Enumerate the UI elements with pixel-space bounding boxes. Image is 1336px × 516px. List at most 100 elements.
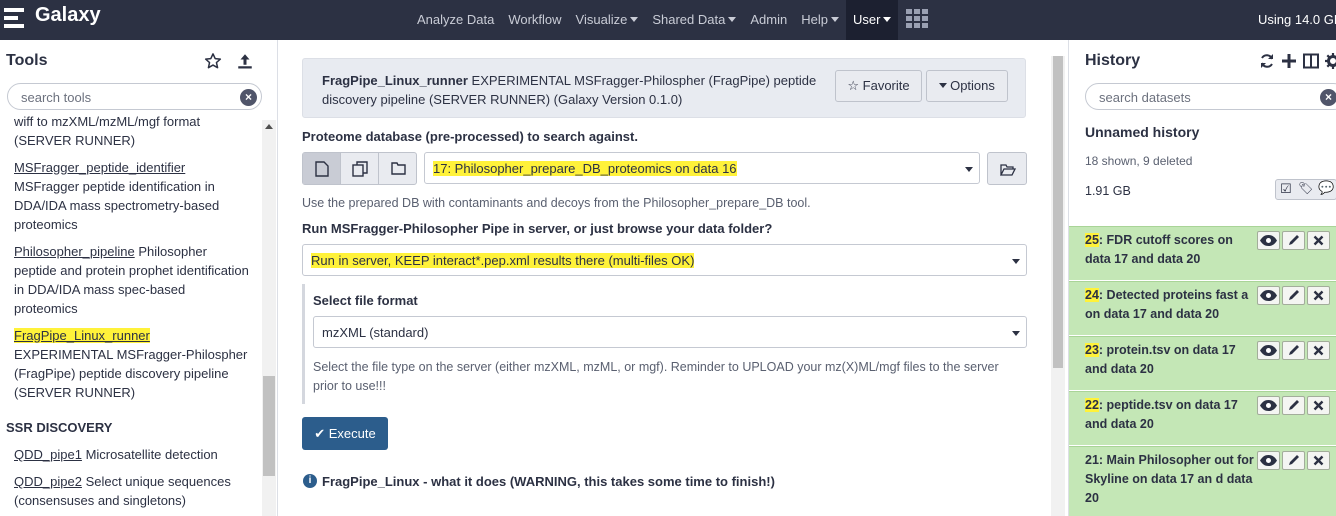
check-icon: ✔ [314, 426, 326, 441]
tool-link[interactable]: QDD_pipe2 [14, 474, 82, 489]
browse-folder-button[interactable] [987, 152, 1027, 185]
info-icon: i [303, 474, 317, 488]
options-button[interactable]: Options [926, 70, 1008, 102]
history-options-group: ☑ 🏷 💬 [1275, 179, 1336, 200]
nav-workflow[interactable]: Workflow [501, 0, 568, 40]
delete-icon[interactable] [1307, 396, 1330, 415]
files-icon [352, 161, 368, 177]
dataset-item[interactable]: 24: Detected proteins fast a on data 17 … [1069, 281, 1336, 335]
folder-icon [391, 162, 406, 175]
nav-menu: Analyze Data Workflow Visualize Shared D… [410, 0, 899, 40]
delete-icon[interactable] [1307, 231, 1330, 250]
quota-usage[interactable]: Using 14.0 GB [1258, 0, 1336, 40]
pencil-icon[interactable] [1282, 341, 1305, 360]
dataset-title[interactable]: 24: Detected proteins fast a on data 17 … [1085, 286, 1257, 324]
tool-item-qdd1[interactable]: QDD_pipe1 Microsatellite detection [14, 445, 250, 464]
favorite-button[interactable]: ☆ Favorite [835, 70, 922, 102]
db-select[interactable]: 17: Philosopher_prepare_DB_proteomics on… [424, 152, 980, 184]
delete-icon[interactable] [1307, 286, 1330, 305]
dataset-hid: 22 [1085, 398, 1099, 412]
scrollbar-thumb[interactable] [263, 376, 275, 476]
file-format-select[interactable]: mzXML (standard) [313, 316, 1027, 348]
tags-icon[interactable]: 🏷 [1298, 181, 1313, 195]
tool-link[interactable]: QDD_pipe1 [14, 447, 82, 462]
eye-icon[interactable] [1257, 451, 1280, 470]
tool-item-msfragger[interactable]: MSFragger_peptide_identifier MSFragger p… [14, 158, 250, 234]
scroll-up-icon[interactable] [265, 124, 273, 129]
clear-search-icon[interactable]: × [240, 89, 257, 106]
dataset-title[interactable]: 22: peptide.tsv on data 17 and data 20 [1085, 396, 1257, 434]
dataset-item[interactable]: 23: protein.tsv on data 17 and data 20 [1069, 336, 1336, 390]
scrollbar-thumb[interactable] [1053, 56, 1063, 368]
tool-list-scrollbar[interactable] [262, 120, 276, 516]
dataset-actions [1257, 396, 1336, 415]
pencil-icon[interactable] [1282, 286, 1305, 305]
dataset-title[interactable]: 25: FDR cutoff scores on data 17 and dat… [1085, 231, 1257, 269]
dataset-hid: 23 [1085, 343, 1099, 357]
history-panel-title: History [1085, 52, 1141, 69]
nav-visualize[interactable]: Visualize [569, 0, 646, 40]
star-icon[interactable] [204, 52, 222, 70]
pencil-icon[interactable] [1282, 231, 1305, 250]
refresh-icon[interactable] [1259, 53, 1275, 69]
comment-icon[interactable]: 💬 [1318, 180, 1334, 196]
dataset-title[interactable]: 23: protein.tsv on data 17 and data 20 [1085, 341, 1257, 379]
tool-form-scrollbar[interactable] [1051, 56, 1065, 516]
folder-open-icon [1000, 164, 1016, 176]
execute-button[interactable]: ✔ Execute [302, 417, 388, 450]
gear-icon[interactable] [1325, 53, 1336, 69]
tool-link[interactable]: Philosopher_pipeline [14, 244, 135, 259]
delete-icon[interactable] [1307, 341, 1330, 360]
nav-help[interactable]: Help [794, 0, 846, 40]
dataset-item[interactable]: 21: Main Philosopher out for Skyline on … [1069, 446, 1336, 516]
tool-section-ssr-discovery[interactable]: SSR DISCOVERY [6, 420, 112, 435]
dataset-title[interactable]: 21: Main Philosopher out for Skyline on … [1085, 451, 1257, 508]
galaxy-logo-icon [4, 8, 26, 30]
single-dataset-button[interactable] [303, 153, 341, 184]
dataset-actions [1257, 451, 1336, 470]
dataset-hid: 21 [1085, 453, 1099, 467]
clear-search-icon[interactable]: × [1320, 89, 1336, 106]
tool-item-philosopher[interactable]: Philosopher_pipeline Philosopher peptide… [14, 242, 250, 318]
grid-icon[interactable] [906, 9, 930, 29]
tool-item-fragpipe[interactable]: FragPipe_Linux_runner EXPERIMENTAL MSFra… [14, 326, 250, 402]
pencil-icon[interactable] [1282, 451, 1305, 470]
dataset-item[interactable]: 22: peptide.tsv on data 17 and data 20 [1069, 391, 1336, 445]
collection-button[interactable] [379, 153, 417, 184]
check-square-icon[interactable]: ☑ [1280, 181, 1292, 197]
nav-admin[interactable]: Admin [743, 0, 794, 40]
file-icon [315, 161, 329, 177]
tool-list: wiff to mzXML/mzML/mgf format (SERVER RU… [0, 112, 262, 516]
tool-link[interactable]: FragPipe_Linux_runner [14, 328, 150, 343]
tool-name: FragPipe_Linux_runner [322, 73, 468, 88]
history-name[interactable]: Unnamed history [1085, 124, 1199, 140]
delete-icon[interactable] [1307, 451, 1330, 470]
history-panel: History search datasets × Unnamed histor… [1068, 40, 1336, 516]
tool-link[interactable]: MSFragger_peptide_identifier [14, 160, 185, 175]
eye-icon[interactable] [1257, 396, 1280, 415]
eye-icon[interactable] [1257, 231, 1280, 250]
dataset-item[interactable]: 25: FDR cutoff scores on data 17 and dat… [1069, 226, 1336, 280]
eye-icon[interactable] [1257, 341, 1280, 360]
db-field-label: Proteome database (pre-processed) to sea… [302, 129, 638, 144]
nav-analyze-data[interactable]: Analyze Data [410, 0, 501, 40]
run-mode-select[interactable]: Run in server, KEEP interact*.pep.xml re… [302, 244, 1027, 276]
file-format-label: Select file format [313, 293, 418, 308]
columns-icon[interactable] [1303, 53, 1319, 69]
nav-user[interactable]: User [845, 0, 899, 40]
file-format-help: Select the file type on the server (eith… [313, 360, 999, 393]
tool-description: EXPERIMENTAL MSFragger-Philospher (FragP… [14, 347, 248, 400]
history-search-input[interactable]: search datasets × [1085, 83, 1336, 110]
tool-form-header: FragPipe_Linux_runner EXPERIMENTAL MSFra… [302, 58, 1026, 118]
nav-shared-data[interactable]: Shared Data [645, 0, 743, 40]
upload-icon[interactable] [236, 52, 254, 70]
eye-icon[interactable] [1257, 286, 1280, 305]
multiple-datasets-button[interactable] [341, 153, 379, 184]
tool-panel-actions [204, 52, 264, 72]
tool-item[interactable]: wiff to mzXML/mzML/mgf format (SERVER RU… [14, 112, 250, 150]
plus-icon[interactable] [1281, 53, 1297, 69]
tool-item-qdd2[interactable]: QDD_pipe2 Select unique sequences (conse… [14, 472, 250, 510]
pencil-icon[interactable] [1282, 396, 1305, 415]
tool-search-input[interactable]: search tools × [7, 83, 262, 110]
search-placeholder: search tools [21, 90, 92, 105]
